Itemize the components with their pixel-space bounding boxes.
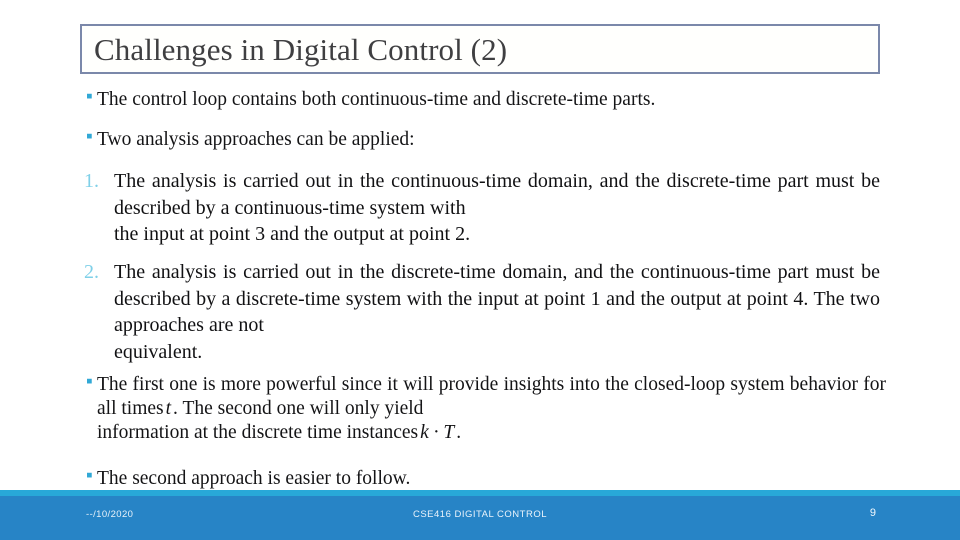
bullet-item-4: ▪ The second approach is easier to follo… — [86, 465, 886, 491]
slide-body: ▪ The control loop contains both continu… — [0, 84, 960, 494]
bullet-dot-icon: ▪ — [86, 465, 93, 486]
bullet-item-3-text: The first one is more powerful since it … — [97, 373, 886, 444]
numbered-item-1-text: The analysis is carried out in the conti… — [114, 168, 880, 248]
numbered-item-1-text-main: The analysis is carried out in the conti… — [114, 170, 880, 219]
bullet-dot-icon: ▪ — [86, 126, 93, 147]
numbered-item-2-text-last: equivalent. — [114, 340, 203, 363]
math-variable-t: t — [165, 397, 172, 419]
bullet-item-3-last-line: information at the discrete time instanc… — [97, 421, 886, 445]
bullet-dot-icon: ▪ — [86, 371, 93, 392]
numbered-item-2-text: The analysis is carried out in the discr… — [114, 259, 880, 365]
bullet-item-1-text: The control loop contains both continuou… — [97, 89, 656, 110]
bullet-item-1: ▪ The control loop contains both continu… — [86, 86, 886, 112]
bullet-item-3-part-2: . The second one will only yield — [173, 397, 424, 419]
page-title: Challenges in Digital Control (2) — [94, 31, 508, 67]
numbered-item-1-marker: 1. — [84, 170, 99, 192]
slide-footer: --/10/2020 CSE416 DIGITAL CONTROL 9 — [0, 496, 960, 540]
numbered-item-2-marker: 2. — [84, 261, 99, 283]
bullet-item-3-last-pre: information at the discrete time instanc… — [97, 421, 419, 443]
math-expression-kT: k · T — [420, 421, 455, 443]
numbered-item-2: 2. The analysis is carried out in the di… — [84, 259, 880, 365]
bullet-item-2-text: Two analysis approaches can be applied: — [97, 129, 415, 150]
footer-course-title: CSE416 DIGITAL CONTROL — [412, 509, 547, 520]
numbered-item-1: 1. The analysis is carried out in the co… — [84, 168, 880, 248]
bullet-item-3-last-post: . — [456, 421, 462, 443]
footer-page-number: 9 — [869, 507, 876, 519]
slide: Challenges in Digital Control (2) ▪ The … — [0, 0, 960, 540]
bullet-item-2: ▪ Two analysis approaches can be applied… — [86, 126, 886, 152]
numbered-item-2-text-main: The analysis is carried out in the discr… — [114, 261, 880, 337]
bullet-item-4-text: The second approach is easier to follow. — [97, 468, 411, 489]
bullet-item-3: ▪ The first one is more powerful since i… — [86, 371, 886, 444]
numbered-item-1-text-last: the input at point 3 and the output at p… — [114, 223, 471, 246]
slide-title-box: Challenges in Digital Control (2) — [80, 24, 880, 74]
bullet-dot-icon: ▪ — [86, 86, 93, 107]
